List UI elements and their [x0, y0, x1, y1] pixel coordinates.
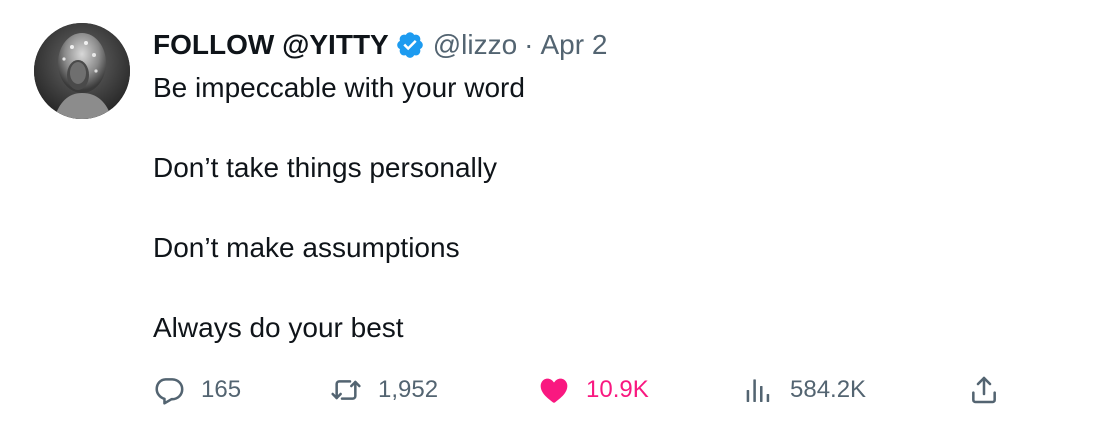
retweet-icon — [330, 374, 362, 406]
tweet-text-line: Be impeccable with your word — [153, 72, 525, 103]
heart-icon — [538, 374, 570, 406]
tweet-text-line: Don’t make assumptions — [153, 232, 460, 263]
author-handle[interactable]: @lizzo — [433, 29, 517, 61]
tweet-date[interactable]: Apr 2 — [540, 29, 607, 61]
tweet-text: Be impeccable with your word Don’t take … — [153, 68, 525, 348]
retweet-button[interactable]: 1,952 — [330, 368, 438, 412]
reply-icon — [153, 374, 185, 406]
tweet[interactable]: FOLLOW @YITTY @lizzo · Apr 2 Be impeccab… — [0, 0, 1118, 424]
author-display-name[interactable]: FOLLOW @YITTY — [153, 29, 389, 61]
tweet-text-line: Always do your best — [153, 312, 404, 343]
reply-button[interactable]: 165 — [153, 368, 241, 412]
reply-count: 165 — [201, 376, 242, 403]
tweet-header: FOLLOW @YITTY @lizzo · Apr 2 — [153, 25, 607, 65]
tweet-text-line: Don’t take things personally — [153, 152, 497, 183]
share-button[interactable] — [968, 368, 1000, 412]
views-count: 584.2K — [790, 376, 867, 403]
like-count: 10.9K — [586, 376, 649, 403]
views-icon — [742, 374, 774, 406]
tweet-actions: 165 1,952 10.9K 584.2K — [0, 368, 1118, 412]
avatar[interactable] — [34, 23, 130, 119]
separator-dot: · — [524, 29, 534, 60]
views-button[interactable]: 584.2K — [742, 368, 866, 412]
retweet-count: 1,952 — [378, 376, 439, 403]
share-icon — [968, 374, 1000, 406]
verified-badge-icon[interactable] — [395, 30, 425, 60]
like-button[interactable]: 10.9K — [538, 368, 649, 412]
